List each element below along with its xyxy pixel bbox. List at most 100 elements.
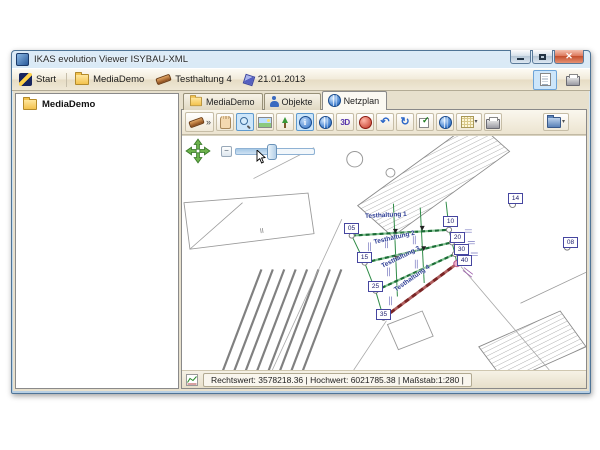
pipe-icon (188, 116, 204, 128)
maximize-button[interactable] (532, 50, 553, 64)
globe-icon (319, 116, 332, 129)
info-button[interactable]: i (296, 113, 314, 131)
close-icon: ✕ (565, 51, 573, 62)
minimize-button[interactable] (510, 50, 531, 64)
close-button[interactable]: ✕ (554, 50, 584, 64)
zoom-slider[interactable]: − (221, 146, 315, 157)
section-label: Testhaltung 4 (175, 74, 232, 85)
magnifier-icon (239, 116, 251, 128)
printer-icon (566, 76, 580, 86)
start-label: Start (36, 74, 56, 85)
expand-chevron-icon[interactable]: » (206, 117, 210, 127)
node-35[interactable]: 35 (376, 309, 391, 320)
minimize-icon (517, 58, 524, 60)
ikas-logo-icon (19, 73, 32, 86)
tab-mediademo[interactable]: MediaDemo (183, 93, 263, 110)
tab-label: MediaDemo (206, 97, 255, 107)
node-10[interactable]: 10 (443, 216, 458, 227)
refresh-icon: ↻ (400, 117, 409, 127)
map-canvas[interactable]: − Testhaltung 1 Testh (182, 135, 586, 370)
node-05[interactable]: 05 (344, 223, 359, 234)
project-button[interactable]: MediaDemo (71, 72, 150, 87)
netzplan-panel: » i 3D ↶ ↻ (181, 109, 587, 389)
layers-folder-icon (547, 117, 561, 128)
undo-icon: ↶ (380, 117, 389, 127)
zoom-slider-handle[interactable] (267, 144, 277, 160)
project-tree-panel: MediaDemo (15, 93, 179, 389)
printer-icon (486, 119, 500, 129)
map-navigation-controls: − (185, 138, 315, 164)
chevron-down-icon: ▾ (475, 119, 478, 125)
tab-netzplan[interactable]: Netzplan (322, 91, 388, 110)
pan-button[interactable] (216, 113, 234, 131)
globe-icon (439, 116, 452, 129)
node-08[interactable]: 08 (563, 237, 578, 248)
window-controls: ✕ (509, 50, 584, 64)
chart-status-icon (186, 374, 198, 386)
globe-view-button[interactable] (316, 113, 334, 131)
red-globe-button[interactable] (356, 113, 374, 131)
pan-cross-control[interactable] (185, 138, 211, 164)
tab-label: Objekte (282, 97, 313, 107)
person-icon (270, 96, 279, 107)
maximize-icon (539, 54, 546, 60)
folder-icon (75, 74, 89, 85)
report-page-icon (540, 73, 551, 86)
screenshot-page: IKAS evolution Viewer ISYBAU-XML ✕ Start… (0, 0, 600, 450)
tree-item-mediademo[interactable]: MediaDemo (16, 94, 178, 115)
building-label: II (260, 228, 265, 235)
pipe-icon (156, 74, 172, 86)
node-25[interactable]: 25 (368, 281, 383, 292)
threed-view-button[interactable]: 3D (336, 113, 354, 131)
mouse-cursor (256, 150, 266, 164)
image-icon (258, 117, 272, 128)
window-title: IKAS evolution Viewer ISYBAU-XML (34, 54, 188, 65)
inspection-date-button[interactable]: 21.01.2013 (240, 72, 312, 87)
node-30[interactable]: 30 (454, 244, 469, 255)
main-toolbar: Start MediaDemo Testhaltung 4 21.01.2013 (12, 68, 590, 91)
image-view-button[interactable] (256, 113, 274, 131)
folder-icon (190, 97, 202, 106)
hand-icon (220, 116, 231, 129)
chevron-down-icon: ▾ (562, 119, 565, 125)
grid-options-button[interactable]: ▾ (456, 113, 482, 131)
undo-button[interactable]: ↶ (376, 113, 394, 131)
app-icon (16, 53, 29, 66)
vegetation-button[interactable] (276, 113, 294, 131)
zoom-button[interactable] (236, 113, 254, 131)
title-bar[interactable]: IKAS evolution Viewer ISYBAU-XML ✕ (12, 51, 590, 68)
start-button[interactable]: Start (15, 71, 62, 88)
grid-icon (461, 116, 474, 128)
select-objects-button[interactable] (416, 113, 434, 131)
date-label: 21.01.2013 (258, 74, 306, 85)
map-print-button[interactable] (484, 113, 502, 131)
app-window: IKAS evolution Viewer ISYBAU-XML ✕ Start… (11, 50, 591, 394)
tab-objekte[interactable]: Objekte (264, 93, 321, 110)
section-button[interactable]: Testhaltung 4 (152, 72, 238, 87)
tab-bar: MediaDemo Objekte Netzplan (181, 93, 587, 110)
map-drawing (182, 136, 586, 370)
map-toolbar: » i 3D ↶ ↻ (182, 110, 586, 135)
layers-button[interactable]: ▾ (543, 113, 569, 131)
zoom-slider-track[interactable] (235, 148, 315, 155)
select-check-icon (419, 116, 431, 128)
status-bar: Rechtswert: 3578218.36 | Hochwert: 60217… (182, 370, 586, 388)
threed-icon: 3D (340, 118, 349, 127)
tree-item-label: MediaDemo (42, 99, 95, 110)
window-body: MediaDemo MediaDemo Objekte Netzplan (13, 91, 589, 391)
print-button[interactable] (561, 70, 585, 90)
globe-pointer-button[interactable] (436, 113, 454, 131)
main-panel: MediaDemo Objekte Netzplan (181, 93, 587, 389)
node-40[interactable]: 40 (457, 255, 472, 266)
toolbar-separator (66, 73, 67, 87)
report-view-button[interactable] (533, 70, 557, 90)
refresh-button[interactable]: ↻ (396, 113, 414, 131)
pipe-tool-group[interactable]: » (185, 112, 214, 132)
globe-icon (328, 94, 341, 107)
zoom-out-button[interactable]: − (221, 146, 232, 157)
node-20[interactable]: 20 (450, 232, 465, 243)
red-globe-icon (359, 116, 372, 129)
folder-icon (23, 99, 37, 110)
node-14[interactable]: 14 (508, 193, 523, 204)
node-15[interactable]: 15 (357, 252, 372, 263)
